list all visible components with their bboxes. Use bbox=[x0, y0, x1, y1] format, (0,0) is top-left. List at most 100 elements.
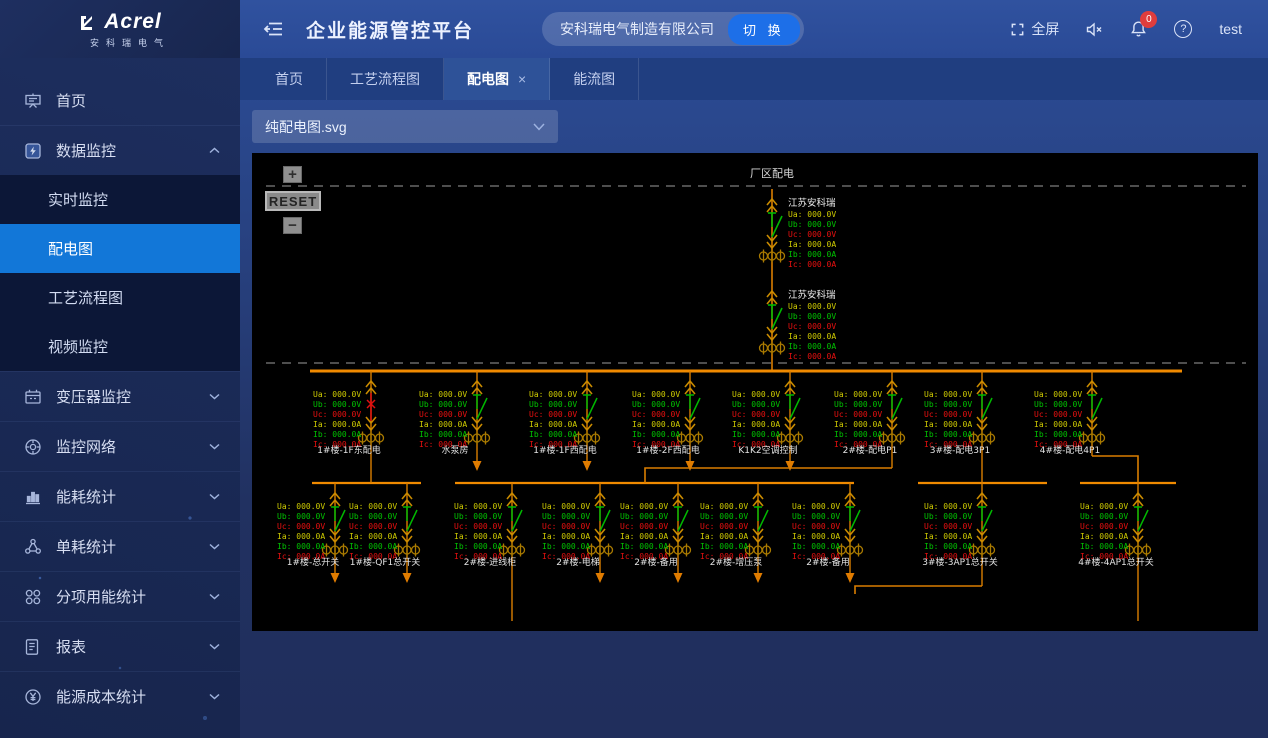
sidebar-item-category-energy-stats[interactable]: 分项用能统计 bbox=[0, 571, 240, 621]
svg-text:Uc: 000.0V: Uc: 000.0V bbox=[792, 522, 840, 531]
sidebar-item-video-monitoring[interactable]: 视频监控 bbox=[0, 322, 240, 371]
svg-text:Ua: 000.0V: Ua: 000.0V bbox=[632, 390, 680, 399]
svg-text:Ua: 000.0V: Ua: 000.0V bbox=[924, 390, 972, 399]
tab-distribution[interactable]: 配电图 × bbox=[444, 58, 550, 100]
sidebar-item-process-flow-diagram[interactable]: 工艺流程图 bbox=[0, 273, 240, 322]
sidebar-item-home[interactable]: 首页 bbox=[0, 75, 240, 125]
svg-text:Ib: 000.0A: Ib: 000.0A bbox=[313, 430, 361, 439]
svg-text:Ib: 000.0A: Ib: 000.0A bbox=[277, 542, 325, 551]
svg-text:2#楼-进线柜: 2#楼-进线柜 bbox=[464, 556, 517, 568]
svg-text:Ib: 000.0A: Ib: 000.0A bbox=[924, 430, 972, 439]
svg-text:Ib: 000.0A: Ib: 000.0A bbox=[788, 250, 836, 259]
sidebar-item-transformer-monitoring[interactable]: 变压器监控 bbox=[0, 371, 240, 421]
sidebar-item-label: 能源成本统计 bbox=[56, 686, 146, 707]
sidebar-item-label: 分项用能统计 bbox=[56, 586, 146, 607]
svg-text:Uc: 000.0V: Uc: 000.0V bbox=[542, 522, 590, 531]
svg-text:Ub: 000.0V: Ub: 000.0V bbox=[1080, 512, 1128, 521]
svg-text:Ia: 000.0A: Ia: 000.0A bbox=[277, 532, 325, 541]
svg-text:Uc: 000.0V: Uc: 000.0V bbox=[419, 410, 467, 419]
svg-text:Ub: 000.0V: Ub: 000.0V bbox=[1034, 400, 1082, 409]
tab-bar: 首页 工艺流程图 配电图 × 能流图 bbox=[240, 58, 1268, 100]
svg-text:1#楼-1F西配电: 1#楼-1F西配电 bbox=[533, 444, 596, 456]
svg-text:Ub: 000.0V: Ub: 000.0V bbox=[632, 400, 680, 409]
notifications-button[interactable]: 0 bbox=[1130, 20, 1147, 38]
sidebar-item-label: 变压器监控 bbox=[56, 386, 131, 407]
svg-text:Ia: 000.0A: Ia: 000.0A bbox=[454, 532, 502, 541]
zoom-out-button[interactable]: − bbox=[283, 217, 302, 234]
svg-text:Uc: 000.0V: Uc: 000.0V bbox=[529, 410, 577, 419]
tab-energy-flow[interactable]: 能流图 bbox=[550, 58, 639, 100]
svg-text:Ua: 000.0V: Ua: 000.0V bbox=[700, 502, 748, 511]
svg-text:Ua: 000.0V: Ua: 000.0V bbox=[1034, 390, 1082, 399]
home-icon bbox=[24, 92, 43, 109]
svg-text:Ua: 000.0V: Ua: 000.0V bbox=[792, 502, 840, 511]
cost-stats-icon bbox=[24, 688, 43, 706]
tab-process-flow[interactable]: 工艺流程图 bbox=[327, 58, 444, 100]
company-selector[interactable]: 安科瑞电气制造有限公司 切 换 bbox=[542, 12, 804, 46]
tab-label: 工艺流程图 bbox=[350, 69, 420, 89]
sidebar-item-label: 单耗统计 bbox=[56, 536, 116, 557]
tab-label: 配电图 bbox=[467, 69, 509, 89]
transformer-icon bbox=[24, 388, 43, 406]
sidebar-item-energy-consumption-stats[interactable]: 能耗统计 bbox=[0, 471, 240, 521]
distribution-diagram[interactable]: 厂区配电江苏安科瑞Ua: 000.0VUb: 000.0VUc: 000.0VI… bbox=[252, 153, 1258, 631]
notification-badge: 0 bbox=[1140, 11, 1157, 28]
data-monitor-icon bbox=[24, 142, 43, 160]
svg-text:Ia: 000.0A: Ia: 000.0A bbox=[792, 532, 840, 541]
svg-text:江苏安科瑞: 江苏安科瑞 bbox=[788, 289, 836, 301]
svg-text:Ia: 000.0A: Ia: 000.0A bbox=[700, 532, 748, 541]
sidebar-item-reports[interactable]: 报表 bbox=[0, 621, 240, 671]
svg-text:Ua: 000.0V: Ua: 000.0V bbox=[349, 502, 397, 511]
report-icon bbox=[24, 638, 43, 656]
diagram-canvas[interactable]: 厂区配电江苏安科瑞Ua: 000.0VUb: 000.0VUc: 000.0VI… bbox=[252, 153, 1258, 631]
sidebar-item-label: 首页 bbox=[56, 90, 86, 111]
svg-text:Ib: 000.0A: Ib: 000.0A bbox=[632, 430, 680, 439]
svg-text:2#楼-电梯: 2#楼-电梯 bbox=[556, 556, 600, 568]
company-name: 安科瑞电气制造有限公司 bbox=[560, 19, 714, 39]
header-actions: 全屏 bbox=[1010, 19, 1242, 39]
svg-file-select[interactable]: 纯配电图.svg bbox=[252, 110, 558, 143]
sidebar-item-label: 报表 bbox=[56, 636, 86, 657]
tab-home[interactable]: 首页 bbox=[252, 58, 327, 100]
app-window: Acrel 安科瑞电气 企业能源管控平台 安科瑞电气制造有限公司 切 换 bbox=[0, 0, 1268, 738]
svg-text:Ub: 000.0V: Ub: 000.0V bbox=[924, 400, 972, 409]
svg-text:2#楼-配电P1: 2#楼-配电P1 bbox=[843, 444, 898, 456]
svg-text:Ia: 000.0A: Ia: 000.0A bbox=[542, 532, 590, 541]
svg-text:Ia: 000.0A: Ia: 000.0A bbox=[620, 532, 668, 541]
main-content: 首页工艺流程图配电图×能流图 纯配电图.svg 厂区配电江苏安科瑞Ua: 000… bbox=[240, 58, 1268, 738]
sidebar-collapse-icon[interactable] bbox=[262, 20, 284, 38]
svg-text:Ub: 000.0V: Ub: 000.0V bbox=[834, 400, 882, 409]
svg-text:Ib: 000.0A: Ib: 000.0A bbox=[349, 542, 397, 551]
switch-company-button[interactable]: 切 换 bbox=[728, 14, 800, 45]
svg-text:Ia: 000.0A: Ia: 000.0A bbox=[834, 420, 882, 429]
reset-button[interactable]: RESET bbox=[265, 191, 321, 211]
mute-button[interactable] bbox=[1086, 22, 1103, 37]
svg-text:Uc: 000.0V: Uc: 000.0V bbox=[1034, 410, 1082, 419]
tab-label: 能流图 bbox=[573, 69, 615, 89]
username[interactable]: test bbox=[1219, 21, 1242, 37]
close-icon[interactable]: × bbox=[518, 71, 526, 87]
svg-text:Ia: 000.0A: Ia: 000.0A bbox=[924, 532, 972, 541]
tab-label: 首页 bbox=[275, 69, 303, 89]
sidebar-item-data-monitoring[interactable]: 数据监控 bbox=[0, 125, 240, 175]
sidebar-item-distribution-diagram[interactable]: 配电图 bbox=[0, 224, 240, 273]
svg-text:Ib: 000.0A: Ib: 000.0A bbox=[924, 542, 972, 551]
chevron-down-icon bbox=[533, 123, 545, 131]
svg-text:Uc: 000.0V: Uc: 000.0V bbox=[620, 522, 668, 531]
sidebar-item-unit-consumption-stats[interactable]: 单耗统计 bbox=[0, 521, 240, 571]
unit-consumption-icon bbox=[24, 538, 43, 555]
help-button[interactable]: ? bbox=[1174, 20, 1192, 38]
sidebar-item-energy-cost-stats[interactable]: 能源成本统计 bbox=[0, 671, 240, 721]
svg-text:Uc: 000.0V: Uc: 000.0V bbox=[454, 522, 502, 531]
svg-file-select-value: 纯配电图.svg bbox=[265, 117, 347, 137]
sidebar-item-realtime-monitoring[interactable]: 实时监控 bbox=[0, 175, 240, 224]
svg-text:Ib: 000.0A: Ib: 000.0A bbox=[620, 542, 668, 551]
svg-text:Uc: 000.0V: Uc: 000.0V bbox=[788, 322, 836, 331]
zoom-in-button[interactable]: + bbox=[283, 166, 302, 183]
fullscreen-button[interactable]: 全屏 bbox=[1010, 19, 1059, 39]
sidebar-item-monitoring-network[interactable]: 监控网络 bbox=[0, 421, 240, 471]
svg-text:Ub: 000.0V: Ub: 000.0V bbox=[700, 512, 748, 521]
submenu-data-monitoring: 实时监控配电图工艺流程图视频监控 bbox=[0, 175, 240, 371]
svg-text:Ib: 000.0A: Ib: 000.0A bbox=[792, 542, 840, 551]
svg-text:Uc: 000.0V: Uc: 000.0V bbox=[1080, 522, 1128, 531]
